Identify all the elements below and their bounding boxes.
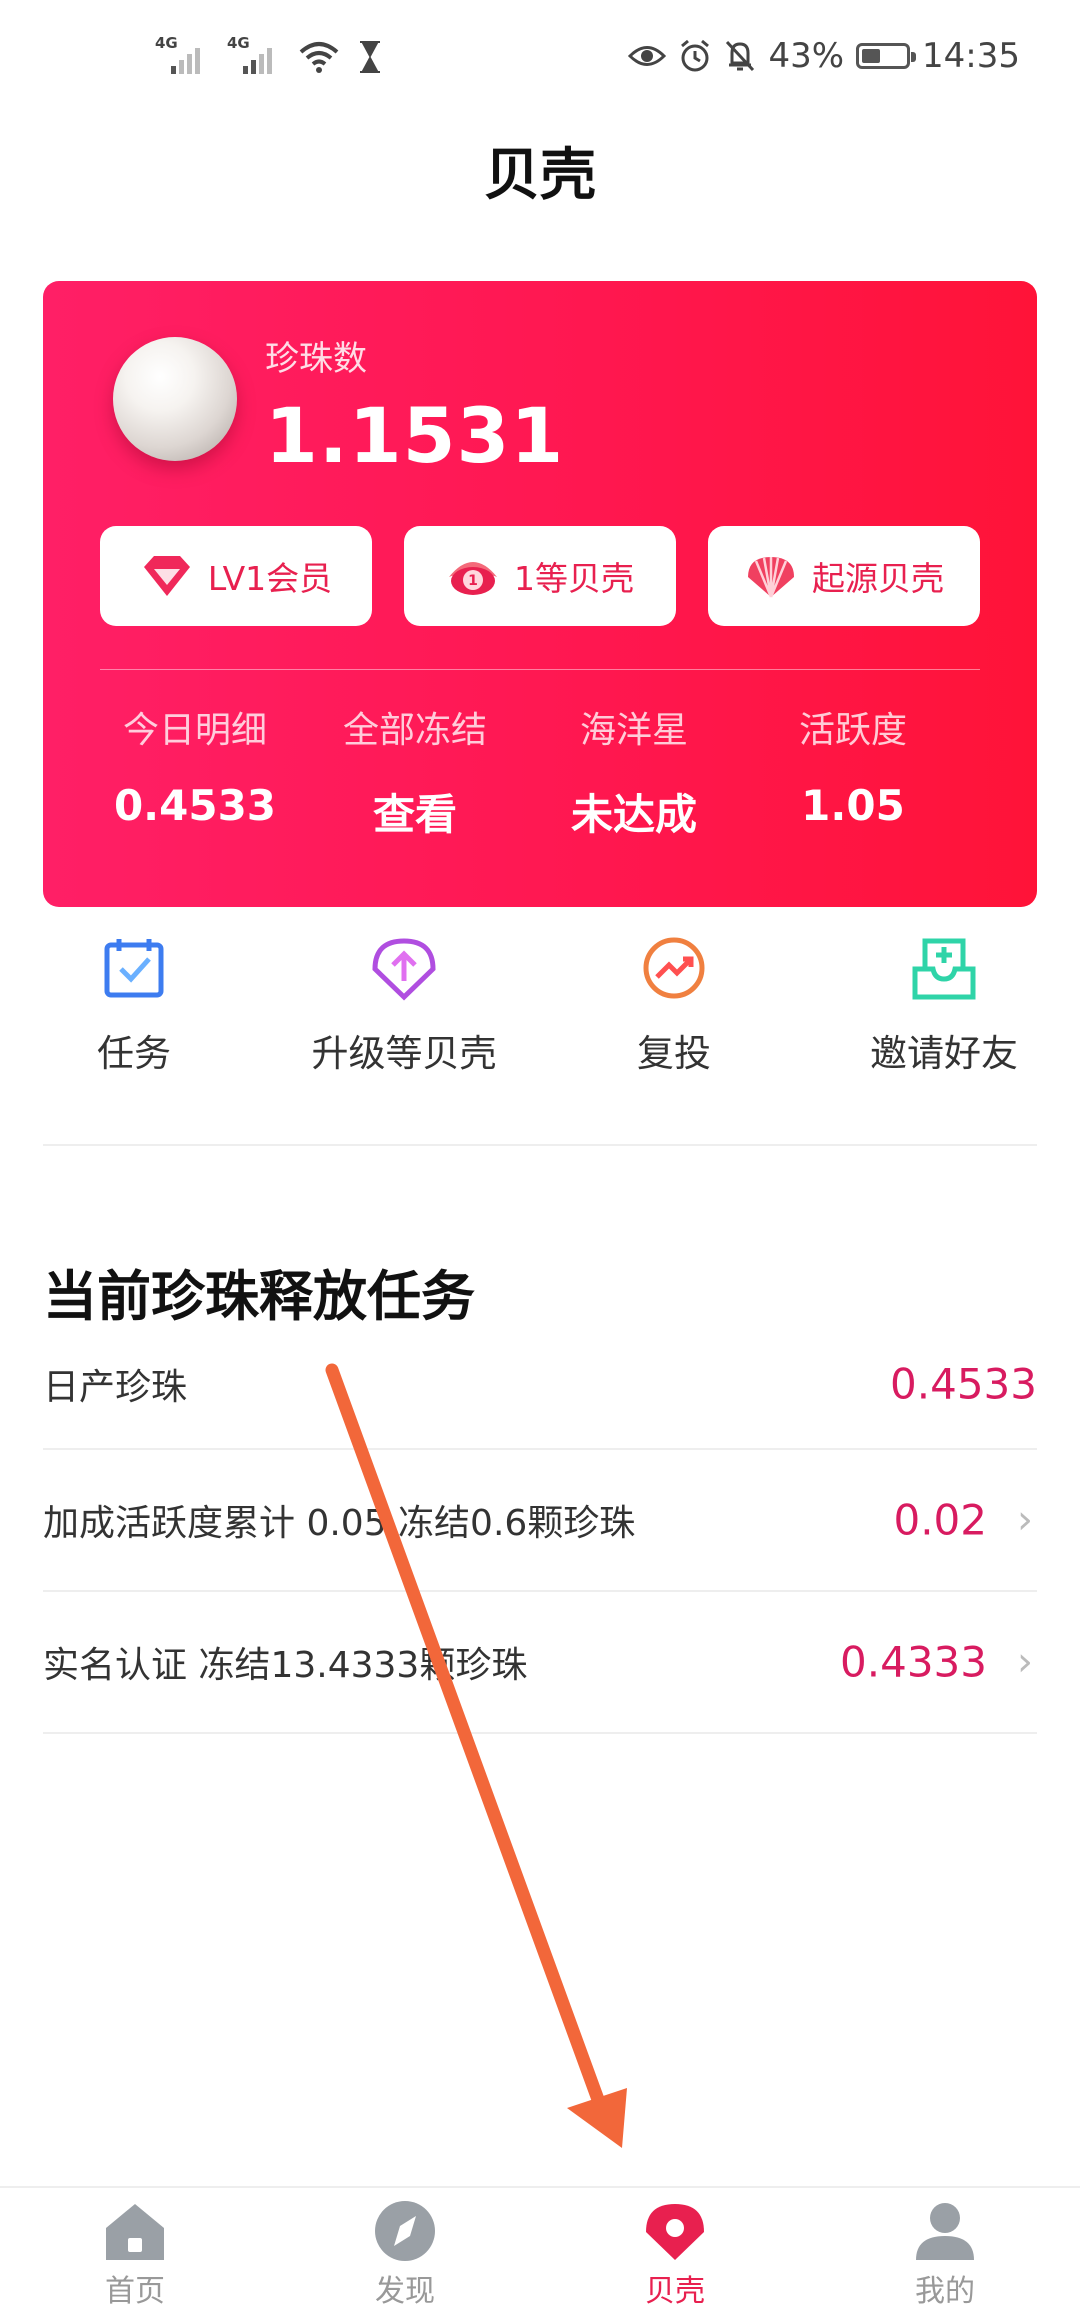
nav-label: 首页 [105,2274,165,2309]
mute-bell-icon [726,40,755,72]
section-divider [43,1144,1037,1146]
task-row-daily-pearl: 日产珍珠 0.4533 [43,1320,1037,1450]
task-row-label: 加成活跃度累计 0.05 冻结0.6颗珍珠 [43,1503,636,1544]
pearl-icon [113,337,237,461]
stat-value: 1.05 [801,781,905,830]
task-row-label: 实名认证 冻结13.4333颗珍珠 [43,1645,528,1686]
action-invite-friends[interactable]: 邀请好友 [824,935,1064,1077]
task-row-value: 0.4333 [840,1637,987,1687]
hourglass-icon [360,41,380,73]
battery-icon [856,43,917,69]
task-row-label: 日产珍珠 [43,1367,188,1408]
home-icon [106,2204,164,2260]
pearl-summary-card: 珍珠数 1.1531 LV1会员 1 1等贝壳 起源贝壳 今日明细 0.4533… [43,281,1037,907]
reinvest-chart-icon [643,937,705,999]
stat-label: 海洋星 [579,710,688,751]
nav-label: 我的 [915,2274,975,2309]
bottom-navigation: 首页 发现 贝壳 我的 [0,2186,1080,2312]
invite-inbox-icon [912,938,976,1000]
pearl-count-label: 珍珠数 [265,339,367,379]
origin-shell-label: 起源贝壳 [812,559,944,598]
action-label: 邀请好友 [870,1032,1018,1075]
stat-label: 今日明细 [122,710,267,751]
clock: 14:35 [922,36,1020,76]
member-level-badge[interactable]: LV1会员 [100,526,372,626]
nav-shell[interactable]: 贝壳 [540,2188,810,2312]
status-bar: 4G 4G 43% 14:35 [0,0,1080,120]
nav-profile[interactable]: 我的 [810,2188,1080,2312]
shell-grade-badge[interactable]: 1 1等贝壳 [404,526,676,626]
scallop-shell-icon [748,557,794,598]
alarm-icon [681,39,710,72]
stat-label: 全部冻结 [342,710,487,751]
task-row-value: 0.02 [893,1495,987,1545]
stat-value: 未达成 [570,790,697,839]
wifi-icon [299,42,339,73]
stat-label: 活跃度 [798,710,907,751]
action-label: 升级等贝壳 [311,1032,497,1075]
chevron-right-icon: › [1017,1639,1033,1685]
task-row-real-name[interactable]: 实名认证 冻结13.4333颗珍珠 0.4333 › [43,1592,1037,1734]
status-left-icons: 4G 4G [155,34,383,74]
member-level-label: LV1会员 [207,559,333,598]
nav-home[interactable]: 首页 [0,2188,270,2312]
task-row-activity-bonus[interactable]: 加成活跃度累计 0.05 冻结0.6颗珍珠 0.02 › [43,1450,1037,1592]
task-row-value: 0.4533 [890,1359,1037,1409]
nav-label: 贝壳 [645,2274,705,2309]
action-label: 任务 [97,1032,171,1075]
pearl-count-value: 1.1531 [265,391,565,480]
compass-icon [375,2201,435,2261]
eye-icon [628,46,667,66]
shell-icon [646,2204,704,2260]
svg-text:1: 1 [468,573,478,589]
action-tasks[interactable]: 任务 [14,935,254,1077]
nav-label: 发现 [375,2274,435,2309]
upgrade-shell-icon [372,938,436,1001]
battery-percent: 43% [768,36,845,76]
cellular-signal-icon-2: 4G [227,34,281,74]
shell-grade-label: 1等贝壳 [514,559,634,598]
diamond-icon [143,556,190,596]
stat-ocean-star[interactable]: 海洋星 未达成 [524,701,744,842]
card-divider [100,669,980,670]
chevron-right-icon: › [1017,1497,1033,1543]
nav-discover[interactable]: 发现 [270,2188,540,2312]
page-title: 贝壳 [484,143,596,208]
profile-icon [916,2203,974,2260]
action-label: 复投 [637,1032,711,1075]
cellular-signal-icon: 4G [155,34,209,74]
action-upgrade-shell[interactable]: 升级等贝壳 [284,935,524,1077]
action-reinvest[interactable]: 复投 [554,935,794,1077]
calendar-check-icon [104,939,164,998]
stat-activity[interactable]: 活跃度 1.05 [743,701,963,830]
origin-shell-badge[interactable]: 起源贝壳 [708,526,980,626]
stat-value: 0.4533 [113,781,277,830]
stat-all-frozen[interactable]: 全部冻结 查看 [305,701,525,842]
stat-value: 查看 [372,790,457,839]
stat-today-detail[interactable]: 今日明细 0.4533 [85,701,305,830]
status-right-icons: 43% 14:35 [628,36,1020,76]
oyster-icon: 1 [449,562,497,595]
